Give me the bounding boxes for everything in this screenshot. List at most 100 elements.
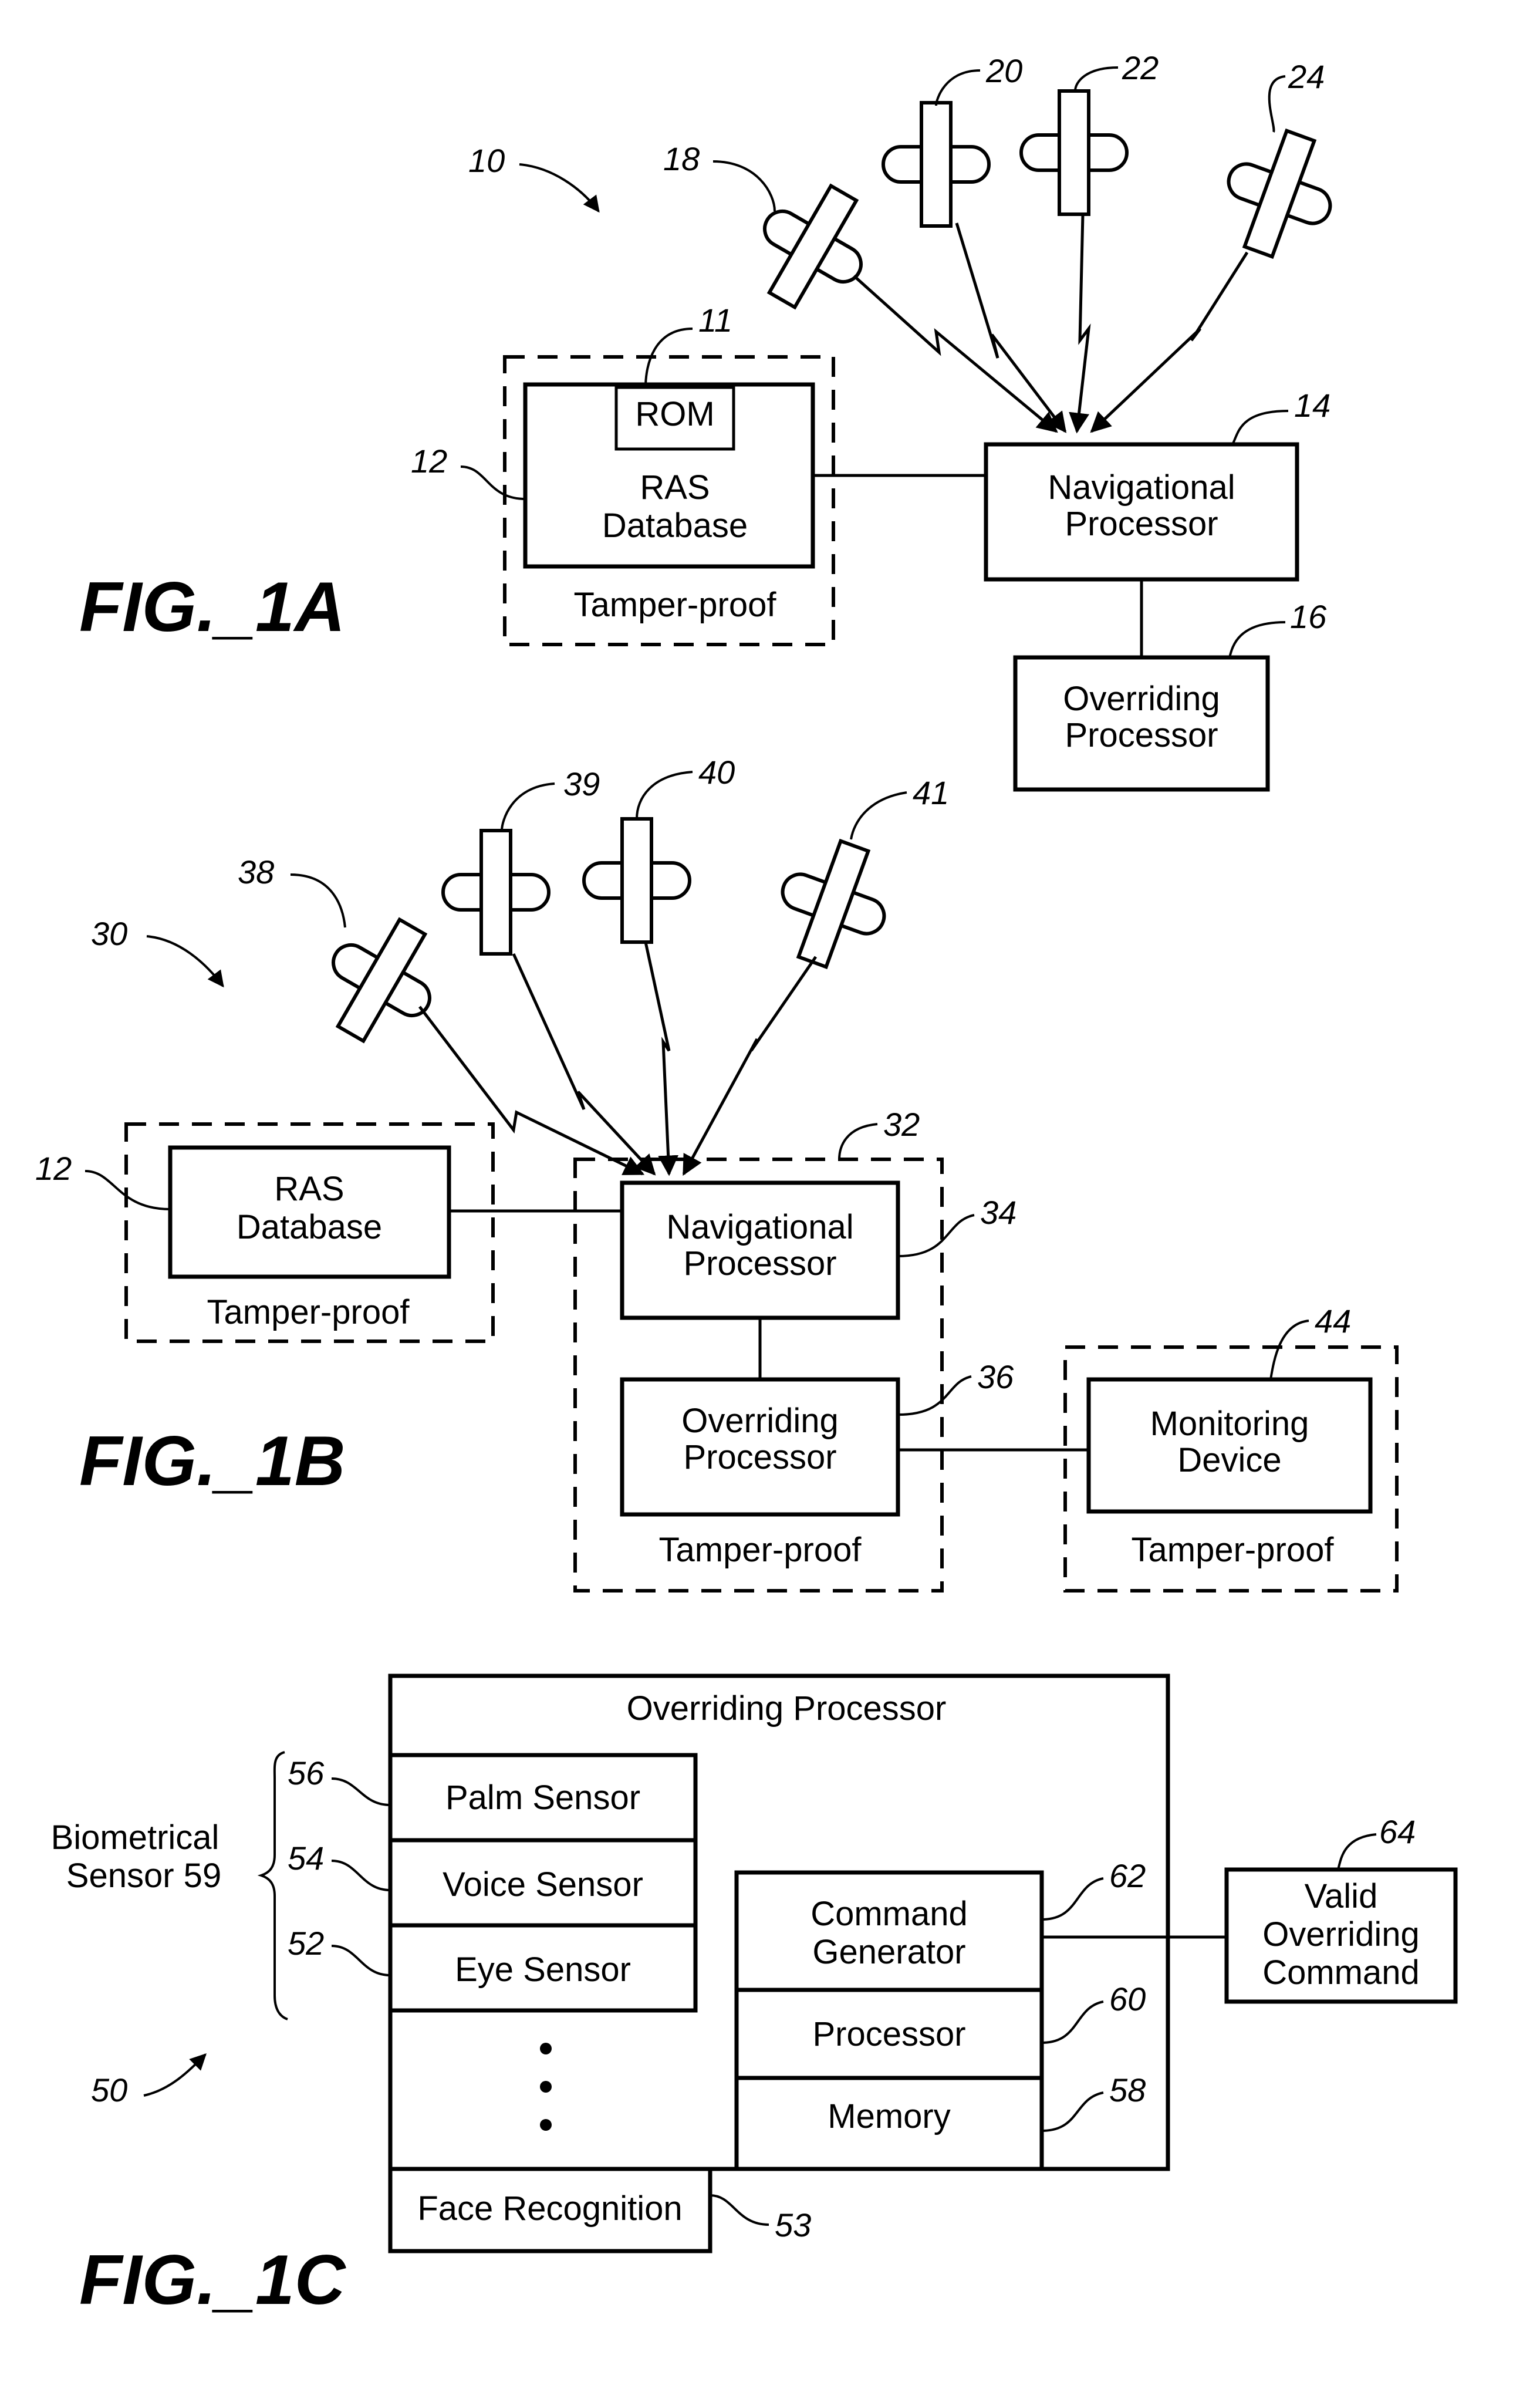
ovr-label-line1-1a: Overriding bbox=[1063, 680, 1220, 718]
output-line3: Command bbox=[1262, 1953, 1420, 1992]
face-recognition-label: Face Recognition bbox=[417, 2189, 682, 2228]
ref-11: 11 bbox=[698, 302, 732, 339]
output-line1: Valid bbox=[1305, 1877, 1378, 1915]
leader-18 bbox=[712, 160, 776, 212]
signal-beam-20 bbox=[955, 222, 1067, 433]
leader-38 bbox=[290, 873, 346, 928]
output-line2: Overriding bbox=[1262, 1915, 1420, 1953]
biometrical-sensor-brace bbox=[257, 1751, 288, 2020]
ovr-label-line2-1a: Processor bbox=[1065, 716, 1218, 754]
leader-44 bbox=[1269, 1320, 1309, 1380]
ref-40: 40 bbox=[698, 754, 735, 791]
ref-60: 60 bbox=[1109, 1980, 1146, 2017]
ref-50: 50 bbox=[91, 2071, 127, 2108]
tamper-proof-label-44: Tamper-proof bbox=[1132, 1531, 1335, 1569]
fig-1b-caption: FIG._1B bbox=[79, 1422, 345, 1500]
ref-38: 38 bbox=[238, 853, 274, 890]
leader-36 bbox=[897, 1375, 972, 1416]
ras-label-line1-1a: RAS bbox=[640, 468, 710, 507]
system-arrow-50 bbox=[143, 2053, 207, 2097]
leader-64 bbox=[1337, 1833, 1377, 1870]
ras-label-line2-1b: Database bbox=[237, 1208, 382, 1246]
biometrical-label-line1: Biometrical bbox=[51, 1818, 219, 1857]
ras-label-line1-1b: RAS bbox=[274, 1170, 344, 1208]
memory-label: Memory bbox=[828, 2097, 950, 2135]
leader-14 bbox=[1231, 410, 1289, 446]
satellite-18 bbox=[737, 167, 890, 326]
signal-beam-39 bbox=[512, 953, 656, 1176]
ref-56: 56 bbox=[288, 1755, 325, 1791]
satellite-41 bbox=[763, 828, 904, 980]
satellite-20 bbox=[883, 103, 989, 226]
ras-label-line2-1a: Database bbox=[602, 507, 748, 545]
ref-34: 34 bbox=[980, 1194, 1016, 1231]
leader-56 bbox=[331, 1777, 391, 1806]
ref-52: 52 bbox=[288, 1925, 324, 1962]
ovr-label-line1-1b: Overriding bbox=[681, 1402, 839, 1440]
nav-label-line1-1b: Navigational bbox=[666, 1208, 853, 1246]
nav-label-line1-1a: Navigational bbox=[1048, 468, 1235, 507]
leader-20 bbox=[935, 69, 981, 106]
ref-32: 32 bbox=[883, 1106, 920, 1143]
command-generator-line1: Command bbox=[810, 1895, 968, 1933]
palm-sensor-label: Palm Sensor bbox=[445, 1779, 640, 1817]
ref-64: 64 bbox=[1379, 1813, 1416, 1850]
signal-beam-24 bbox=[1090, 251, 1249, 433]
signal-beam-22 bbox=[1069, 214, 1091, 434]
ref-54: 54 bbox=[288, 1840, 324, 1877]
leader-12-1a bbox=[460, 465, 526, 500]
system-arrow-30 bbox=[146, 935, 224, 988]
leader-54 bbox=[331, 1860, 391, 1891]
signal-beam-38 bbox=[418, 1006, 645, 1176]
leader-53 bbox=[710, 2194, 769, 2226]
leader-34 bbox=[897, 1214, 975, 1257]
ref-10: 10 bbox=[468, 142, 505, 179]
leader-24 bbox=[1268, 75, 1286, 133]
ref-16: 16 bbox=[1290, 598, 1327, 635]
fig-1b: FIG._1B 30 38 39 40 41 Tamper-proof RAS … bbox=[35, 754, 1399, 1593]
leader-52 bbox=[331, 1945, 391, 1976]
ref-20: 20 bbox=[985, 52, 1022, 89]
ref-18: 18 bbox=[663, 140, 700, 177]
ref-12-1b: 12 bbox=[35, 1150, 72, 1187]
fig-1a-caption: FIG._1A bbox=[79, 568, 345, 646]
biometrical-label-line2: Sensor 59 bbox=[66, 1857, 221, 1895]
satellite-39 bbox=[443, 831, 549, 954]
eye-sensor-label: Eye Sensor bbox=[455, 1951, 631, 1989]
satellite-38 bbox=[305, 900, 458, 1060]
processor-label: Processor bbox=[812, 2015, 965, 2053]
satellite-24 bbox=[1209, 118, 1350, 270]
leader-22 bbox=[1074, 66, 1119, 92]
patent-figure-sheet: FIG._1A 10 18 20 22 24 Tamper-proof ROM … bbox=[35, 49, 1458, 2319]
tamper-proof-label-1a: Tamper-proof bbox=[574, 586, 777, 624]
system-arrow-10 bbox=[519, 163, 600, 213]
command-generator-line2: Generator bbox=[812, 1933, 965, 1971]
satellite-22 bbox=[1021, 91, 1127, 214]
ref-12-1a: 12 bbox=[411, 443, 447, 480]
nav-label-line2-1a: Processor bbox=[1065, 505, 1218, 543]
ref-41: 41 bbox=[913, 774, 949, 811]
satellite-40 bbox=[584, 819, 690, 942]
signal-beam-40 bbox=[644, 942, 679, 1176]
rom-label: ROM bbox=[635, 395, 714, 433]
leader-39 bbox=[501, 782, 555, 831]
ref-36: 36 bbox=[977, 1358, 1014, 1395]
tamper-proof-label-32: Tamper-proof bbox=[659, 1531, 862, 1569]
leader-40 bbox=[636, 771, 693, 819]
signal-beam-41 bbox=[682, 956, 818, 1176]
ref-30: 30 bbox=[91, 915, 127, 952]
leader-16 bbox=[1228, 621, 1286, 658]
overriding-processor-title: Overriding Processor bbox=[627, 1689, 947, 1728]
ref-62: 62 bbox=[1109, 1857, 1146, 1894]
ref-24: 24 bbox=[1288, 58, 1325, 95]
mon-label-line2: Device bbox=[1177, 1441, 1281, 1479]
fig-1c-caption: FIG._1C bbox=[79, 2241, 347, 2319]
fig-1a: FIG._1A 10 18 20 22 24 Tamper-proof ROM … bbox=[79, 49, 1350, 792]
ref-14: 14 bbox=[1294, 387, 1330, 424]
ref-44: 44 bbox=[1315, 1303, 1351, 1340]
leader-41 bbox=[850, 791, 907, 840]
ref-22: 22 bbox=[1122, 49, 1159, 86]
voice-sensor-label: Voice Sensor bbox=[443, 1865, 643, 1904]
ovr-label-line2-1b: Processor bbox=[683, 1438, 836, 1476]
mon-label-line1: Monitoring bbox=[1150, 1405, 1309, 1443]
